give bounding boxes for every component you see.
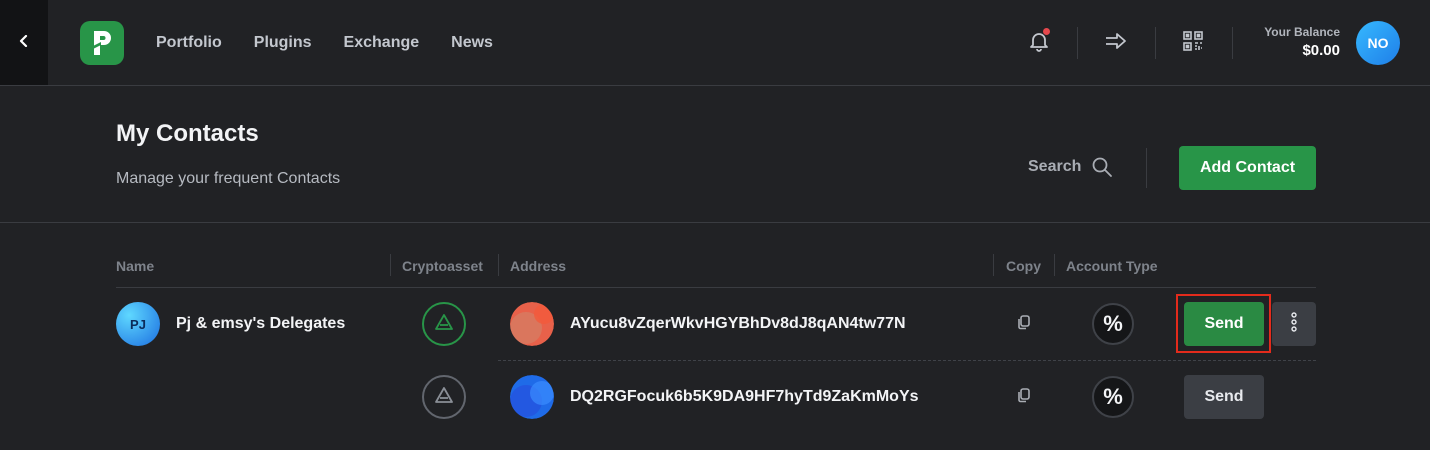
more-options-button[interactable]	[1272, 302, 1316, 346]
copy-address-button[interactable]	[1014, 387, 1034, 407]
send-transfer-button[interactable]	[1100, 27, 1132, 59]
column-divider	[390, 254, 391, 276]
search-icon	[1091, 156, 1113, 178]
balance-display: Your Balance $0.00	[1264, 25, 1340, 59]
divider	[1146, 148, 1147, 188]
address-text: DQ2RGFocuk6b5K9DA9HF7hyTd9ZaKmMoYs	[570, 388, 919, 405]
address-text: AYucu8vZqerWkvHGYBhDv8dJ8qAN4tw77N	[570, 315, 906, 332]
search-label: Search	[1028, 158, 1082, 175]
contact-avatar: PJ	[116, 302, 160, 346]
table-header: Name Cryptoasset Address Copy Account Ty…	[116, 254, 1316, 288]
column-header-copy: Copy	[1006, 258, 1041, 274]
top-navbar: Portfolio Plugins Exchange News Your Bal…	[0, 0, 1430, 86]
nav-exchange[interactable]: Exchange	[344, 34, 420, 52]
address-avatar	[510, 302, 554, 346]
account-type-delegate: %	[1092, 303, 1134, 345]
copy-icon	[1016, 387, 1032, 408]
balance-value: $0.00	[1302, 42, 1340, 59]
cryptoasset-ark-devnet	[422, 375, 466, 419]
column-header-address: Address	[510, 258, 567, 274]
nav-news[interactable]: News	[451, 34, 493, 52]
search-button[interactable]: Search	[1028, 156, 1113, 178]
copy-address-button[interactable]	[1014, 314, 1034, 334]
page-header: My Contacts Manage your frequent Contact…	[0, 86, 1430, 223]
address-avatar	[510, 375, 554, 419]
ark-icon	[435, 313, 453, 335]
row-divider	[498, 360, 1316, 361]
nav-plugins[interactable]: Plugins	[254, 34, 312, 52]
send-button[interactable]: Send	[1184, 375, 1264, 419]
divider	[1155, 27, 1156, 59]
divider	[1077, 27, 1078, 59]
column-divider	[993, 254, 994, 276]
vertical-dots-icon	[1291, 311, 1297, 337]
contact-name-cell: PJ Pj & emsy's Delegates	[116, 302, 345, 346]
add-contact-button[interactable]: Add Contact	[1179, 146, 1316, 190]
main-nav: Portfolio Plugins Exchange News	[156, 0, 493, 86]
divider	[1232, 27, 1233, 59]
nav-portfolio[interactable]: Portfolio	[156, 34, 222, 52]
qr-code-icon	[1182, 30, 1204, 57]
notifications-button[interactable]	[1023, 27, 1055, 59]
page-title: My Contacts	[116, 120, 259, 147]
account-type-delegate: %	[1092, 376, 1134, 418]
copy-icon	[1016, 314, 1032, 335]
back-button[interactable]	[0, 0, 48, 85]
logo-icon	[91, 31, 111, 55]
page-subtitle: Manage your frequent Contacts	[116, 170, 341, 187]
column-divider	[1054, 254, 1055, 276]
arrow-right-icon	[1104, 31, 1128, 56]
balance-label: Your Balance	[1264, 25, 1340, 39]
ark-icon	[435, 386, 453, 408]
send-button-highlight	[1176, 294, 1271, 353]
column-header-account-type: Account Type	[1066, 258, 1158, 274]
column-header-name: Name	[116, 258, 155, 274]
notification-dot	[1043, 28, 1050, 35]
cryptoasset-ark-mainnet	[422, 302, 466, 346]
profile-avatar[interactable]: NO	[1356, 21, 1400, 65]
chevron-left-icon	[18, 34, 30, 52]
contact-name: Pj & emsy's Delegates	[176, 315, 346, 332]
qr-code-button[interactable]	[1177, 27, 1209, 59]
column-divider	[498, 254, 499, 276]
column-header-cryptoasset: Cryptoasset	[402, 258, 483, 274]
app-logo[interactable]	[80, 21, 124, 65]
